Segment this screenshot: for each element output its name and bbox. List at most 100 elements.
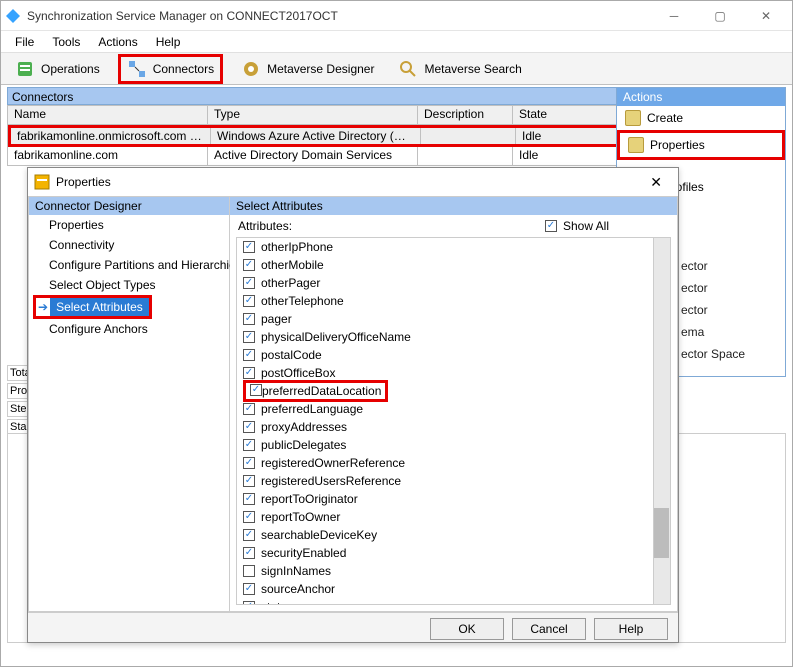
checkbox-icon[interactable] (243, 241, 255, 253)
checkbox-icon[interactable] (243, 259, 255, 271)
col-description[interactable]: Description (418, 106, 513, 124)
attribute-row[interactable]: publicDelegates (237, 436, 670, 454)
designer-item-select-attributes[interactable]: Select Attributes (50, 298, 149, 316)
checkbox-icon[interactable] (243, 349, 255, 361)
attribute-row[interactable]: sourceAnchor (237, 580, 670, 598)
attribute-row[interactable]: otherMobile (237, 256, 670, 274)
cell-name: fabrikamonline.com (8, 147, 208, 165)
select-attributes-header: Select Attributes (230, 197, 677, 215)
attribute-label: reportToOriginator (261, 492, 358, 506)
checkbox-icon[interactable] (243, 277, 255, 289)
attributes-listbox[interactable]: otherIpPhoneotherMobileotherPagerotherTe… (236, 237, 671, 605)
checkbox-icon[interactable] (243, 439, 255, 451)
attribute-label: searchableDeviceKey (261, 528, 377, 542)
checkbox-icon[interactable] (243, 529, 255, 541)
checkbox-icon[interactable] (243, 313, 255, 325)
show-all-label: Show All (563, 219, 609, 233)
properties-icon (628, 137, 644, 153)
minimize-button[interactable]: ─ (652, 2, 696, 30)
menu-actions[interactable]: Actions (90, 33, 145, 51)
checkbox-icon[interactable] (243, 367, 255, 379)
col-state[interactable]: State (513, 106, 621, 124)
action-properties[interactable]: Properties (617, 130, 785, 160)
app-icon (5, 8, 21, 24)
checkbox-icon[interactable] (243, 601, 255, 605)
checkbox-icon[interactable] (243, 403, 255, 415)
menu-tools[interactable]: Tools (44, 33, 88, 51)
peek-text: ector (681, 259, 708, 273)
attribute-row[interactable]: otherTelephone (237, 292, 670, 310)
attribute-label: signInNames (261, 564, 331, 578)
checkbox-icon[interactable] (243, 565, 255, 577)
checkbox-icon[interactable] (243, 295, 255, 307)
attribute-label: state (261, 600, 287, 605)
attribute-label: securityEnabled (261, 546, 346, 560)
close-button[interactable]: ✕ (744, 2, 788, 30)
checkbox-icon[interactable] (250, 384, 262, 396)
checkbox-icon[interactable] (243, 493, 255, 505)
designer-item-configure-anchors[interactable]: Configure Anchors (29, 319, 229, 339)
action-create-label: Create (647, 111, 683, 125)
ok-button[interactable]: OK (430, 618, 504, 640)
show-all-checkbox[interactable]: Show All (545, 219, 609, 233)
action-create[interactable]: Create (617, 106, 785, 130)
attribute-row[interactable]: securityEnabled (237, 544, 670, 562)
designer-item-object-types[interactable]: Select Object Types (29, 275, 229, 295)
maximize-button[interactable]: ▢ (698, 2, 742, 30)
toolbar-metaverse-search[interactable]: Metaverse Search (392, 57, 527, 81)
arrow-right-icon: ➔ (36, 300, 50, 314)
attribute-label: postOfficeBox (261, 366, 335, 380)
attribute-row[interactable]: searchableDeviceKey (237, 526, 670, 544)
menu-help[interactable]: Help (148, 33, 189, 51)
designer-item-partitions[interactable]: Configure Partitions and Hierarchies (29, 255, 229, 275)
attribute-row[interactable]: state (237, 598, 670, 605)
dialog-close-button[interactable]: ✕ (640, 172, 672, 193)
attribute-row[interactable]: reportToOwner (237, 508, 670, 526)
help-button[interactable]: Help (594, 618, 668, 640)
scrollbar[interactable] (653, 238, 670, 604)
attribute-row[interactable]: otherIpPhone (237, 238, 670, 256)
cell-desc (418, 147, 513, 165)
attribute-label: sourceAnchor (261, 582, 335, 596)
attribute-row[interactable]: registeredUsersReference (237, 472, 670, 490)
checkbox-icon[interactable] (243, 457, 255, 469)
attribute-label: postalCode (261, 348, 322, 362)
attribute-row[interactable]: postalCode (237, 346, 670, 364)
checkbox-icon[interactable] (243, 511, 255, 523)
toolbar-connectors[interactable]: Connectors (118, 54, 223, 84)
checkbox-icon[interactable] (243, 583, 255, 595)
peek-text: ector (681, 281, 708, 295)
attribute-row[interactable]: preferredLanguage (237, 400, 670, 418)
metaverse-search-icon (398, 59, 418, 79)
checkbox-icon[interactable] (243, 475, 255, 487)
attribute-row[interactable]: proxyAddresses (237, 418, 670, 436)
attribute-row[interactable]: registeredOwnerReference (237, 454, 670, 472)
peek-text: ema (681, 325, 704, 339)
toolbar-operations[interactable]: Operations (9, 57, 106, 81)
attribute-row[interactable]: pager (237, 310, 670, 328)
menubar: File Tools Actions Help (1, 31, 792, 53)
attribute-row[interactable]: preferredDataLocation (237, 382, 670, 400)
attribute-label: registeredUsersReference (261, 474, 401, 488)
cancel-button[interactable]: Cancel (512, 618, 586, 640)
toolbar-metaverse-designer[interactable]: Metaverse Designer (235, 57, 380, 81)
designer-header: Connector Designer (29, 197, 229, 215)
titlebar: Synchronization Service Manager on CONNE… (1, 1, 792, 31)
checkbox-icon[interactable] (243, 547, 255, 559)
designer-item-connectivity[interactable]: Connectivity (29, 235, 229, 255)
attribute-row[interactable]: physicalDeliveryOfficeName (237, 328, 670, 346)
attribute-row[interactable]: signInNames (237, 562, 670, 580)
attribute-label: registeredOwnerReference (261, 456, 405, 470)
checkbox-icon[interactable] (243, 331, 255, 343)
checkbox-icon[interactable] (243, 421, 255, 433)
col-type[interactable]: Type (208, 106, 418, 124)
attribute-row[interactable]: otherPager (237, 274, 670, 292)
dialog-icon (34, 174, 50, 190)
designer-item-properties[interactable]: Properties (29, 215, 229, 235)
attribute-row[interactable]: reportToOriginator (237, 490, 670, 508)
menu-file[interactable]: File (7, 33, 42, 51)
attribute-label: reportToOwner (261, 510, 340, 524)
col-name[interactable]: Name (8, 106, 208, 124)
actions-header: Actions (617, 88, 785, 106)
scrollbar-thumb[interactable] (654, 508, 669, 558)
